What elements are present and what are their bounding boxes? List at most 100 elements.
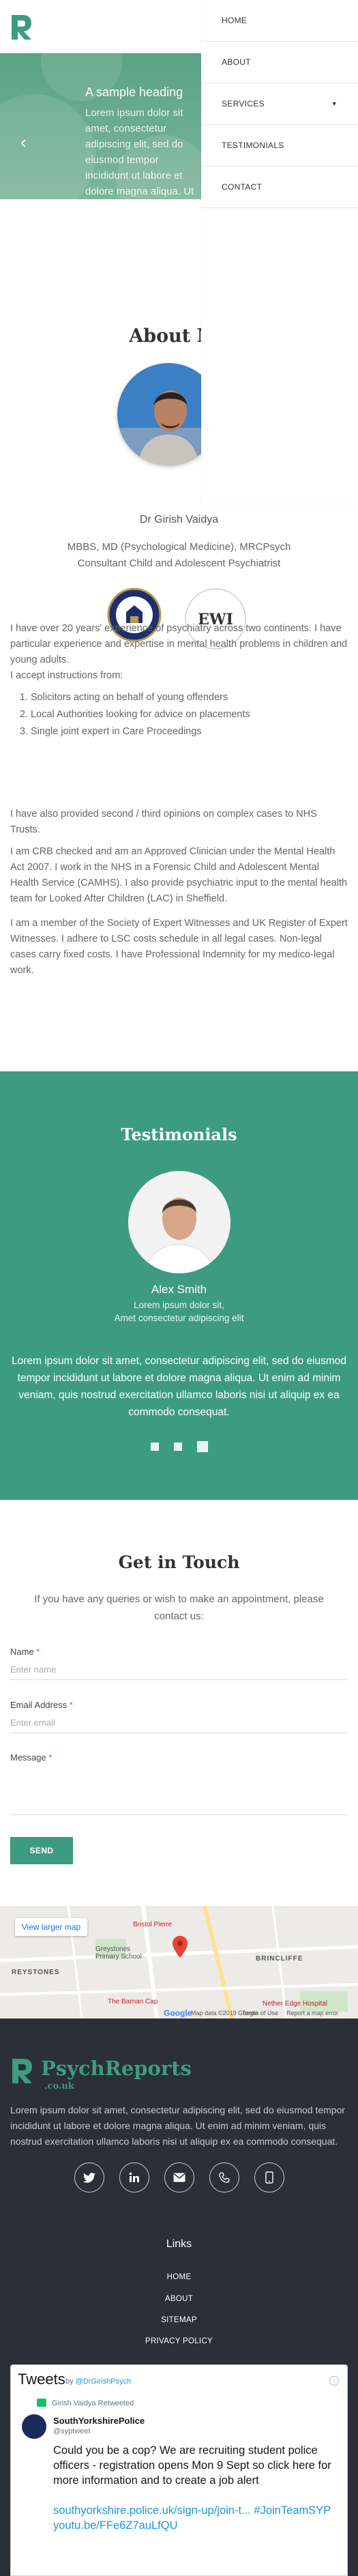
credentials-line: MBBS, MD (Psychological Medicine), MRCPs…: [67, 541, 291, 553]
menu-item-label: CONTACT: [222, 182, 263, 192]
links-heading: Links: [166, 2238, 192, 2250]
carousel-dot[interactable]: [173, 1443, 182, 1451]
footer-link-privacy[interactable]: PRIVACY POLICY: [0, 2337, 358, 2345]
map-terms-link[interactable]: Terms of Use: [242, 2010, 278, 2016]
list-item: Local Authorities looking for advice on …: [31, 707, 348, 723]
social-links: [0, 2162, 358, 2193]
menu-item-label: SERVICES: [222, 99, 265, 108]
tweets-by-word: by: [65, 2377, 74, 2386]
r-logo-icon: [12, 2059, 32, 2083]
carousel-dot[interactable]: [150, 1443, 159, 1451]
list-item: Solicitors acting on behalf of young off…: [31, 690, 348, 706]
about-paragraph: I have over 20 years' experience of psyc…: [10, 623, 348, 665]
footer-brand-sub: .co.uk: [44, 2081, 74, 2092]
testimonial-name: Alex Smith: [151, 1283, 207, 1296]
hero-text: Lorem ipsum dolor sit amet, consectetur …: [85, 107, 194, 197]
menu-item-label: ABOUT: [222, 57, 251, 67]
menu-item-services[interactable]: SERVICES ▼: [201, 83, 358, 125]
hero-heading: A sample heading: [85, 85, 183, 99]
menu-item-contact[interactable]: CONTACT: [201, 167, 358, 208]
tweet-body: Could you be a cop? We are recruiting st…: [53, 2444, 331, 2487]
testimonials-heading: Testimonials: [121, 1125, 237, 1144]
r-logo-icon[interactable]: [10, 14, 33, 41]
nav-menu: HOME ABOUT SERVICES ▼ TESTIMONIALS CONTAC…: [201, 0, 358, 504]
footer-brand: PsychReports: [41, 2057, 192, 2080]
required-mark: *: [48, 1752, 53, 1763]
doctor-name: Dr Girish Vaidya: [139, 514, 219, 525]
about-paragraph: I am a member of the Society of Expert W…: [10, 918, 348, 976]
retweet-icon: [37, 2399, 46, 2407]
map-report-link[interactable]: Report a map error: [286, 2010, 338, 2016]
tweets-handle-link[interactable]: @DrGirishPsych: [76, 2377, 131, 2386]
twitter-timeline: Tweets by @DrGirishPsych i Girish Vaidya…: [10, 2364, 348, 2576]
menu-item-label: TESTIMONIALS: [222, 141, 284, 150]
name-label: Name *: [10, 1647, 40, 1657]
contact-intro: If you have any queries or wish to make …: [0, 1591, 358, 1625]
testimonials-section: Testimonials Alex Smith Lorem ipsum dolo…: [0, 1071, 358, 1500]
name-label-text: Name: [10, 1647, 34, 1657]
twitter-icon[interactable]: [74, 2162, 104, 2193]
testimonial-subtitle-line: Lorem ipsum dolor sit,: [134, 1300, 224, 1310]
map-label: Nether Edge Hospital: [263, 2000, 328, 2008]
carousel-indicators: [0, 1441, 358, 1452]
email-icon[interactable]: [164, 2162, 194, 2193]
mobile-icon[interactable]: [254, 2162, 284, 2193]
chevron-left-icon[interactable]: ‹: [20, 132, 27, 153]
tweet-author-handle[interactable]: @syptweet: [53, 2427, 91, 2435]
phone-icon[interactable]: [209, 2162, 239, 2193]
linkedin-icon[interactable]: [119, 2162, 149, 2193]
about-paragraph: I have also provided second / third opin…: [10, 809, 317, 835]
menu-item-about[interactable]: ABOUT: [201, 42, 358, 83]
page: ‹ A sample heading Lorem ipsum dolor sit…: [0, 0, 358, 2576]
tweet-author-name[interactable]: SouthYorkshirePolice: [53, 2416, 145, 2426]
map-footer: Google Map data ©2019 Google Terms of Us…: [0, 2008, 358, 2018]
testimonial-subtitle-line: Amet consectetur adipiscing elit: [114, 1313, 244, 1323]
credentials-line: Consultant Child and Adolescent Psychiat…: [77, 558, 281, 569]
caret-down-icon: ▼: [331, 100, 338, 107]
footer-link-sitemap[interactable]: SITEMAP: [0, 2316, 358, 2324]
tweet-link[interactable]: southyorkshire.police.uk/sign-up/join-t.…: [53, 2503, 336, 2533]
testimonial-subtitle: Lorem ipsum dolor sit, Amet consectetur …: [0, 1299, 358, 1325]
google-logo: Google: [164, 2008, 192, 2018]
menu-item-testimonials[interactable]: TESTIMONIALS: [201, 125, 358, 167]
email-label: Email Address *: [10, 1700, 73, 1710]
contact-intro-line: If you have any queries or wish to make …: [34, 1593, 324, 1605]
about-list: Solicitors acting on behalf of young off…: [10, 690, 348, 741]
message-label: Message *: [10, 1752, 52, 1763]
message-field[interactable]: [10, 1767, 348, 1815]
about-paragraph: I accept instructions from:: [10, 670, 123, 681]
view-larger-map-link[interactable]: View larger map: [15, 1918, 87, 1936]
retweet-notice: Girish Vaidya Retweeted: [52, 2399, 134, 2407]
footer-link-home[interactable]: HOME: [0, 2273, 358, 2281]
email-label-text: Email Address: [10, 1700, 68, 1710]
doctor-credentials: MBBS, MD (Psychological Medicine), MRCPs…: [0, 539, 358, 572]
map-label: The Barnan Cap: [108, 1998, 158, 2006]
location-map[interactable]: View larger map REYSTONES Greystones Pri…: [0, 1906, 358, 2018]
menu-item-label: HOME: [222, 16, 248, 25]
testimonial-quote: Lorem ipsum dolor sit amet, consectetur …: [11, 1355, 347, 1418]
tweets-by: by @DrGirishPsych: [65, 2377, 131, 2386]
contact-heading: Get in Touch: [118, 1552, 240, 1572]
tweets-title: Tweets: [18, 2371, 65, 2388]
info-icon[interactable]: i: [329, 2376, 339, 2386]
required-mark: *: [36, 1647, 40, 1657]
name-field[interactable]: [10, 1660, 348, 1680]
tweet-author-avatar[interactable]: [22, 2414, 46, 2439]
about-paragraph: I am CRB checked and am an Approved Clin…: [10, 846, 348, 904]
map-label: Bristol Pierre: [133, 1921, 173, 1928]
email-field[interactable]: [10, 1713, 348, 1733]
menu-item-home[interactable]: HOME: [201, 0, 358, 42]
contact-intro-line: contact us:: [154, 1610, 204, 1622]
contact-section: Get in Touch If you have any queries or …: [0, 1500, 358, 1906]
footer-link-about[interactable]: ABOUT: [0, 2295, 358, 2303]
hero-bubble: [0, 94, 95, 199]
footer-text: Lorem ipsum dolor sit amet, consectetur …: [10, 2104, 346, 2147]
list-item: Single joint expert in Care Proceedings: [31, 724, 348, 740]
carousel-dot-active[interactable]: [196, 1441, 208, 1452]
map-pin-icon[interactable]: [173, 1936, 188, 1958]
send-button[interactable]: SEND: [10, 1837, 73, 1864]
testimonial-avatar: [128, 1171, 230, 1273]
map-label: REYSTONES: [12, 1969, 60, 1976]
map-label: Greystones Primary School: [95, 1945, 142, 1960]
map-label: BRINCLIFFE: [256, 1955, 303, 1963]
